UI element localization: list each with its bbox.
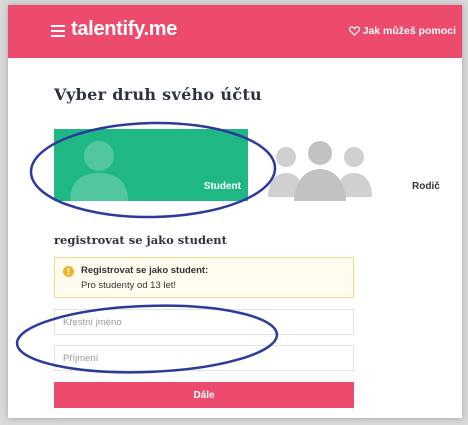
heart-icon (348, 26, 360, 36)
info-icon (63, 266, 74, 277)
account-type-student-card[interactable]: Student (54, 129, 248, 201)
page-title: Vyber druh svého účtu (54, 85, 262, 104)
last-name-input[interactable] (54, 345, 354, 371)
info-title: Registrovat se jako student: (81, 265, 209, 276)
next-button[interactable]: Dále (54, 382, 354, 408)
info-notice: Registrovat se jako student: Pro student… (54, 257, 354, 298)
first-name-input[interactable] (54, 309, 354, 335)
account-type-label: Student (203, 181, 241, 192)
app-window: talentify.me Jak můžeš pomoci Vyber druh… (8, 5, 462, 418)
info-text: Pro studenty od 13 let! (81, 280, 177, 291)
user-group-icon (268, 141, 372, 201)
user-avatar-icon (70, 141, 128, 201)
help-link[interactable]: Jak můžeš pomoci (348, 25, 456, 37)
help-link-label: Jak můžeš pomoci (362, 25, 456, 37)
logo[interactable]: talentify.me (71, 18, 177, 41)
account-type-parent-card[interactable]: Rodič (268, 129, 442, 201)
menu-icon[interactable] (51, 24, 65, 38)
section-title: registrovat se jako student (54, 233, 227, 247)
top-bar: talentify.me Jak můžeš pomoci (8, 5, 462, 58)
account-type-label: Rodič (412, 181, 440, 192)
